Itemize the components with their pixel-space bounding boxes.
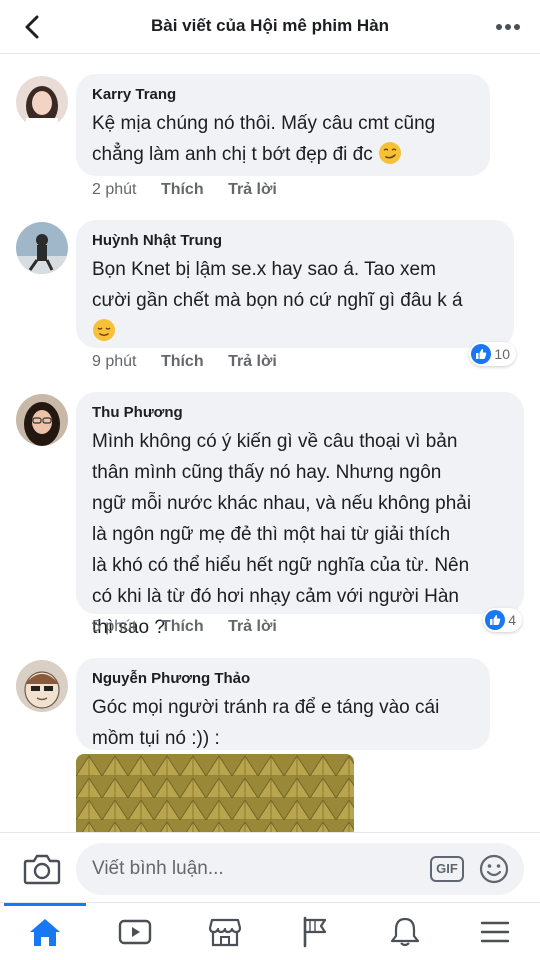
durian-photo[interactable] (76, 754, 354, 832)
comment-feed: Karry Trang Kệ mịa chúng nó thôi. Mấy câ… (0, 54, 540, 832)
nav-marketplace[interactable] (180, 903, 270, 960)
comment-bubble: Nguyễn Phương Thảo Góc mọi người tránh r… (76, 658, 490, 750)
more-horizontal-icon (496, 24, 520, 30)
comment-line: là ngôn ngữ mẹ đẻ thì một hai từ giải th… (92, 524, 451, 545)
avatar[interactable] (16, 660, 68, 712)
nav-pages[interactable] (270, 903, 360, 960)
comment-line: có khi là từ đó hơi nhạy cảm với người H… (92, 586, 459, 607)
reaction-count-value: 4 (508, 612, 516, 628)
comment-line: cười gần chết mà bọn nó cứ nghĩ gì đâu k… (92, 290, 463, 311)
comment-text: Kệ mịa chúng nó thôi. Mấy câu cmt cũng c… (92, 108, 474, 170)
pages-flag-icon (303, 916, 327, 948)
comment-meta: 5 phút Thích Trả lời (92, 618, 297, 636)
comment-time: 5 phút (92, 618, 137, 635)
avatar[interactable] (16, 222, 68, 274)
comment-line: mồm tụi nó :)) : (92, 728, 220, 749)
reply-button[interactable]: Trả lời (228, 618, 277, 636)
reaction-count[interactable]: 10 (469, 342, 516, 366)
nav-home[interactable] (0, 903, 90, 960)
notifications-bell-icon (390, 917, 420, 947)
comment-text: Mình không có ý kiến gì về câu thoại vì … (92, 426, 508, 643)
nav-notifications[interactable] (360, 903, 450, 960)
like-button[interactable]: Thích (161, 181, 204, 199)
comment-author[interactable]: Thu Phương (92, 404, 508, 422)
reply-button[interactable]: Trả lời (228, 353, 277, 371)
nav-video[interactable] (90, 903, 180, 960)
reply-button[interactable]: Trả lời (228, 181, 277, 199)
like-button[interactable]: Thích (161, 353, 204, 371)
smirk-emoji (379, 142, 402, 164)
comment-text: Góc mọi người tránh ra để e táng vào cái… (92, 692, 474, 754)
comment-input-wrapper: GIF (76, 843, 524, 895)
camera-button[interactable] (22, 851, 62, 887)
smiley-icon (479, 854, 509, 884)
comment-bubble: Huỳnh Nhật Trung Bọn Knet bị lậm se.x ha… (76, 220, 514, 348)
top-header: Bài viết của Hội mê phim Hàn (0, 0, 540, 54)
menu-icon (480, 921, 510, 943)
reaction-count-value: 10 (494, 346, 510, 362)
comment-author[interactable]: Karry Trang (92, 86, 474, 104)
nav-menu[interactable] (450, 903, 540, 960)
video-icon (118, 919, 152, 945)
camera-icon (23, 854, 61, 885)
comment-line: Bọn Knet bị lậm se.x hay sao á. Tao xem (92, 259, 436, 280)
avatar[interactable] (16, 394, 68, 446)
emoji-button[interactable] (478, 853, 510, 885)
like-reaction-icon (471, 344, 492, 364)
home-icon (30, 919, 60, 946)
comment-line: là khó có thể hiểu hết ngữ nghĩa của từ.… (92, 555, 470, 576)
comment-line: Góc mọi người tránh ra để e táng vào cái (92, 697, 440, 718)
comment-line: Kệ mịa chúng nó thôi. Mấy câu cmt cũng (92, 113, 436, 134)
marketplace-icon (208, 918, 242, 947)
avatar[interactable] (16, 76, 68, 128)
like-reaction-icon (485, 610, 506, 630)
comment-time: 9 phút (92, 353, 137, 370)
comment-meta: 9 phút Thích Trả lời (92, 353, 297, 371)
comment-bubble: Thu Phương Mình không có ý kiến gì về câ… (76, 392, 524, 638)
comment-composer: GIF (0, 832, 540, 902)
comment-time: 2 phút (92, 181, 137, 198)
comment-text: Bọn Knet bị lậm se.x hay sao á. Tao xem … (92, 254, 498, 347)
comment-input[interactable] (92, 843, 412, 895)
comment-line: Mình không có ý kiến gì về câu thoại vì … (92, 431, 458, 452)
comment-line: thân mình cũng thấy nó hay. Nhưng ngôn (92, 462, 442, 483)
more-button[interactable] (494, 14, 522, 40)
comment-author[interactable]: Nguyễn Phương Thảo (92, 670, 474, 688)
comment-bubble: Karry Trang Kệ mịa chúng nó thôi. Mấy câ… (76, 74, 490, 176)
comment-meta: 2 phút Thích Trả lời (92, 181, 297, 199)
bottom-navigation (0, 902, 540, 960)
relieved-emoji (93, 319, 115, 341)
gif-button[interactable]: GIF (430, 856, 464, 882)
comment-author[interactable]: Huỳnh Nhật Trung (92, 232, 498, 250)
reaction-count[interactable]: 4 (483, 608, 522, 632)
comment-line: ngữ mỗi nước khác nhau, và nếu không phả… (92, 493, 472, 514)
comment-line: chẳng làm anh chị t bớt đẹp đi đc (92, 144, 373, 165)
page-title: Bài viết của Hội mê phim Hàn (150, 16, 390, 35)
like-button[interactable]: Thích (161, 618, 204, 636)
